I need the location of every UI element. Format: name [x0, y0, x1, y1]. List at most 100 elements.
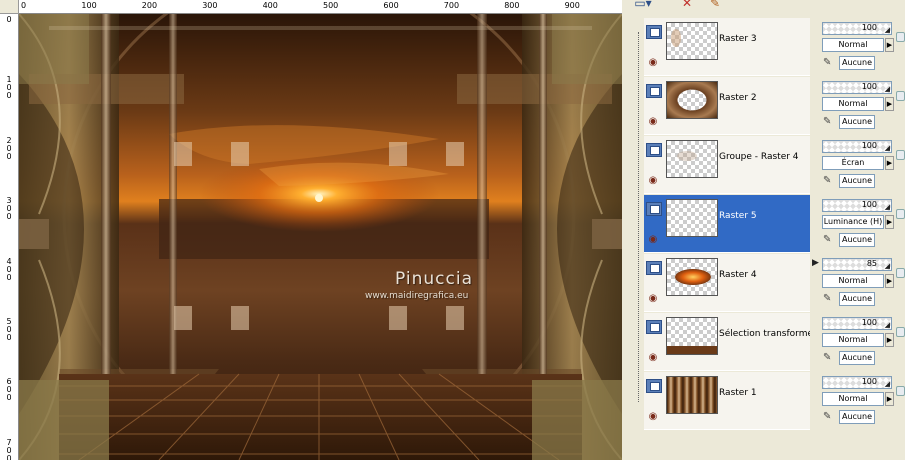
layer-row[interactable]: ◉ Groupe - Raster 4	[644, 136, 810, 194]
visibility-eye-icon[interactable]: ◉	[646, 235, 660, 245]
blend-mode-select[interactable]: Écran	[822, 156, 884, 170]
blend-arrow-icon[interactable]: ▶	[885, 38, 894, 52]
layer-name: Sélection transformée	[719, 329, 819, 339]
layer-thumbnail	[666, 317, 718, 355]
visibility-eye-icon[interactable]: ◉	[646, 176, 660, 186]
blend-arrow-icon[interactable]: ▶	[885, 97, 894, 111]
panel-gap	[622, 0, 632, 460]
opacity-slider[interactable]: 100 ◢	[822, 376, 892, 389]
side-handle-icon[interactable]	[896, 32, 905, 42]
layer-thumbnail	[666, 376, 718, 414]
ruler-h-label: 200	[141, 1, 158, 10]
blend-mode-select[interactable]: Luminance (H)	[822, 215, 884, 229]
layer-properties: 100 ◢ Normal ▶ ✎ Aucune	[822, 79, 905, 137]
opacity-triangle-icon: ◢	[884, 262, 890, 270]
opacity-triangle-icon: ◢	[884, 203, 890, 211]
ruler-h-label: 900	[564, 1, 580, 10]
blend-mode-select[interactable]: Normal	[822, 97, 884, 111]
blend-mode-select[interactable]: Normal	[822, 333, 884, 347]
opacity-slider[interactable]: 85 ◢	[822, 258, 892, 271]
ruler-v-label: 0	[6, 15, 12, 24]
blend-mode-select[interactable]: Normal	[822, 274, 884, 288]
ruler-v-label: 400	[6, 256, 12, 282]
layer-type-icon[interactable]	[646, 379, 662, 393]
layer-name: Raster 1	[719, 388, 757, 398]
layer-row[interactable]: ◉ Sélection transformée	[644, 313, 819, 371]
visibility-eye-icon[interactable]: ◉	[646, 117, 660, 127]
lock-select[interactable]: Aucune	[839, 292, 875, 306]
layer-row[interactable]: ◉ Raster 1	[644, 372, 810, 430]
link-brush-icon[interactable]: ✎	[823, 292, 839, 306]
blend-arrow-icon[interactable]: ▶	[885, 156, 894, 170]
opacity-slider[interactable]: 100 ◢	[822, 22, 892, 35]
lock-select[interactable]: Aucune	[839, 56, 875, 70]
layer-row[interactable]: ◉ Raster 2	[644, 77, 810, 135]
link-brush-icon[interactable]: ✎	[823, 174, 839, 188]
visibility-eye-icon[interactable]: ◉	[646, 58, 660, 68]
blend-mode-select[interactable]: Normal	[822, 38, 884, 52]
blend-arrow-icon[interactable]: ▶	[885, 274, 894, 288]
image-canvas[interactable]: Pinuccia www.maidiregrafica.eu	[19, 14, 622, 460]
layer-row[interactable]: ◉ Raster 3	[644, 18, 810, 76]
ruler-h-label: 700	[443, 1, 460, 10]
blend-arrow-icon[interactable]: ▶	[885, 392, 894, 406]
opacity-value: 100	[861, 23, 877, 32]
ruler-v-label: 100	[6, 75, 12, 101]
ruler-v-label: 200	[6, 135, 12, 161]
layer-row[interactable]: ◉ Raster 4	[644, 254, 810, 312]
side-handle-icon[interactable]	[896, 327, 905, 337]
ruler-v-label: 300	[6, 196, 12, 222]
opacity-triangle-icon: ◢	[884, 380, 890, 388]
opacity-slider[interactable]: 100 ◢	[822, 317, 892, 330]
layer-type-icon[interactable]	[646, 202, 662, 216]
ruler-h-label: 100	[81, 1, 97, 10]
layer-type-icon[interactable]	[646, 84, 662, 98]
visibility-eye-icon[interactable]: ◉	[646, 353, 660, 363]
side-handle-icon[interactable]	[896, 91, 905, 101]
ruler-h-label: 600	[383, 1, 399, 10]
layer-menu-icon[interactable]: ▭▾	[634, 0, 652, 12]
delete-layer-icon[interactable]: ✕	[678, 0, 696, 12]
layers-toolbar: ▭▾ ✕ ✎	[632, 0, 905, 14]
layer-thumbnail	[666, 199, 718, 237]
layer-properties: 100 ◢ Écran ▶ ✎ Aucune	[822, 138, 905, 196]
lock-select[interactable]: Aucune	[839, 174, 875, 188]
side-handle-icon[interactable]	[896, 209, 905, 219]
link-brush-icon[interactable]: ✎	[823, 233, 839, 247]
blend-mode-select[interactable]: Normal	[822, 392, 884, 406]
lock-select[interactable]: Aucune	[839, 351, 875, 365]
side-handle-icon[interactable]	[896, 150, 905, 160]
side-handle-icon[interactable]	[896, 268, 905, 278]
layer-row[interactable]: ◉ Raster 5	[644, 195, 810, 253]
layer-name: Groupe - Raster 4	[719, 152, 799, 162]
link-brush-icon[interactable]: ✎	[823, 115, 839, 129]
layer-properties: 100 ◢ Normal ▶ ✎ Aucune	[822, 20, 905, 78]
link-brush-icon[interactable]: ✎	[823, 351, 839, 365]
lock-select[interactable]: Aucune	[839, 410, 875, 424]
opacity-slider[interactable]: 100 ◢	[822, 140, 892, 153]
layer-thumbnail	[666, 22, 718, 60]
lock-select[interactable]: Aucune	[839, 115, 875, 129]
opacity-slider[interactable]: 100 ◢	[822, 81, 892, 94]
scroll-right-arrow-icon[interactable]: ▶	[812, 258, 819, 268]
blend-arrow-icon[interactable]: ▶	[885, 333, 894, 347]
opacity-slider[interactable]: 100 ◢	[822, 199, 892, 212]
link-brush-icon[interactable]: ✎	[823, 56, 839, 70]
layer-properties: 100 ◢ Normal ▶ ✎ Aucune	[822, 315, 905, 373]
side-handle-icon[interactable]	[896, 386, 905, 396]
ruler-h-label: 0	[21, 1, 27, 10]
layer-type-icon[interactable]	[646, 261, 662, 275]
layer-type-icon[interactable]	[646, 25, 662, 39]
blend-arrow-icon[interactable]: ▶	[885, 215, 894, 229]
layers-scrollbar[interactable]	[810, 18, 820, 458]
visibility-eye-icon[interactable]: ◉	[646, 412, 660, 422]
paint-icon[interactable]: ✎	[706, 0, 724, 12]
opacity-triangle-icon: ◢	[884, 26, 890, 34]
opacity-value: 100	[861, 141, 877, 150]
layer-type-icon[interactable]	[646, 143, 662, 157]
layer-type-icon[interactable]	[646, 320, 662, 334]
link-brush-icon[interactable]: ✎	[823, 410, 839, 424]
visibility-eye-icon[interactable]: ◉	[646, 294, 660, 304]
layer-properties: 100 ◢ Luminance (H) ▶ ✎ Aucune	[822, 197, 905, 255]
lock-select[interactable]: Aucune	[839, 233, 875, 247]
